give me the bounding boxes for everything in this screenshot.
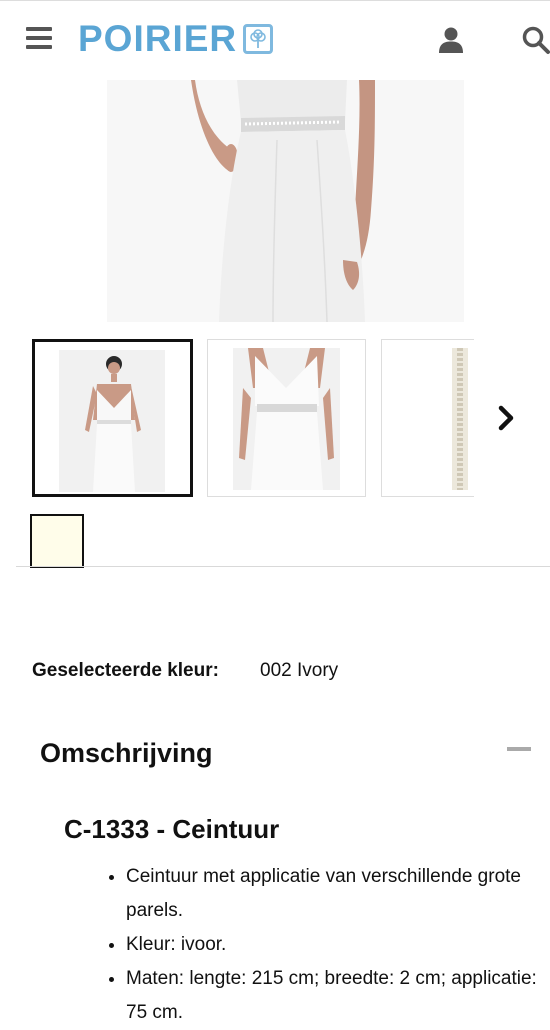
main-product-image[interactable] bbox=[107, 80, 464, 322]
product-title: C-1333 - Ceintuur bbox=[64, 814, 280, 844]
selected-color-value: 002 Ivory bbox=[260, 660, 339, 681]
selected-color-label: Geselecteerde kleur: bbox=[32, 660, 219, 681]
logo-text: POIRIER bbox=[78, 18, 238, 59]
feature-item: Maten: lengte: 215 cm; breedte: 2 cm; ap… bbox=[126, 962, 546, 1030]
user-icon[interactable] bbox=[437, 26, 465, 54]
thumbnail-belt[interactable] bbox=[381, 339, 474, 497]
feature-item: Kleur: ivoor. bbox=[126, 928, 546, 962]
search-icon[interactable] bbox=[521, 25, 550, 55]
color-swatch-ivory[interactable] bbox=[30, 514, 84, 568]
hamburger-menu-icon[interactable] bbox=[26, 27, 52, 49]
feature-item: Ceintuur met applicatie van verschillend… bbox=[126, 860, 546, 928]
feature-list: Ceintuur met applicatie van verschillend… bbox=[106, 860, 546, 1030]
thumbnail-detail[interactable] bbox=[207, 339, 366, 497]
collapse-minus-icon[interactable] bbox=[507, 747, 531, 751]
description-heading[interactable]: Omschrijving bbox=[40, 738, 213, 769]
site-header: POIRIER bbox=[0, 0, 550, 79]
divider bbox=[16, 566, 550, 567]
logo[interactable]: POIRIER bbox=[78, 18, 274, 59]
thumbnail-front[interactable] bbox=[32, 339, 193, 497]
tree-logo-icon bbox=[243, 24, 274, 54]
chevron-right-icon[interactable] bbox=[496, 404, 518, 432]
